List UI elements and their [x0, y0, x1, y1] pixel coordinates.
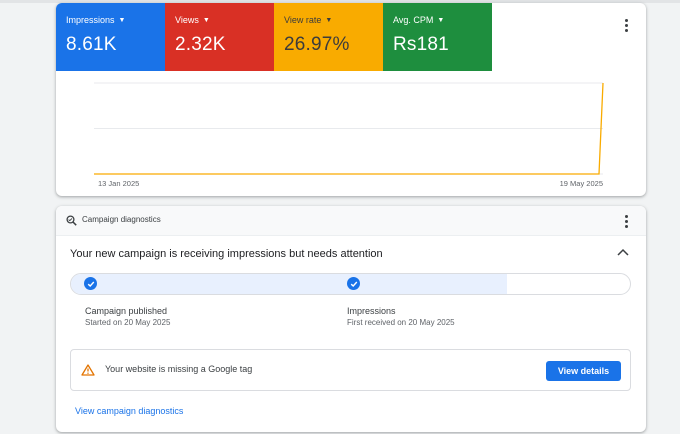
- search-diagnostics-icon: [66, 215, 77, 226]
- performance-chart-card: Impressions ▼ 8.61K Views ▼ 2.32K View r…: [56, 3, 646, 196]
- status-progress-bar: [70, 273, 631, 295]
- missing-tag-alert: Your website is missing a Google tag Vie…: [70, 349, 631, 391]
- step-subtitle: First received on 20 May 2025: [347, 318, 455, 327]
- step-title: Campaign published: [85, 306, 168, 316]
- check-icon: [347, 277, 360, 290]
- diagnostics-title: Campaign diagnostics: [82, 215, 161, 224]
- view-campaign-diagnostics-link[interactable]: View campaign diagnostics: [75, 406, 183, 416]
- check-icon: [84, 277, 97, 290]
- line-chart: 13 Jan 2025 19 May 2025: [94, 82, 604, 188]
- x-tick-label: 19 May 2025: [560, 179, 603, 188]
- chevron-up-icon[interactable]: [617, 248, 629, 256]
- step-title: Impressions: [347, 306, 396, 316]
- x-tick-label: 13 Jan 2025: [98, 179, 139, 188]
- progress-fill: [71, 274, 508, 294]
- step-subtitle: Started on 20 May 2025: [85, 318, 171, 327]
- alert-text: Your website is missing a Google tag: [105, 364, 253, 374]
- diagnostics-header: Campaign diagnostics: [56, 206, 646, 236]
- warning-icon: [81, 364, 95, 376]
- campaign-diagnostics-card: Campaign diagnostics Your new campaign i…: [56, 206, 646, 432]
- view-details-button[interactable]: View details: [546, 361, 621, 381]
- diagnostics-headline: Your new campaign is receiving impressio…: [70, 248, 383, 260]
- more-vert-icon[interactable]: [619, 212, 633, 230]
